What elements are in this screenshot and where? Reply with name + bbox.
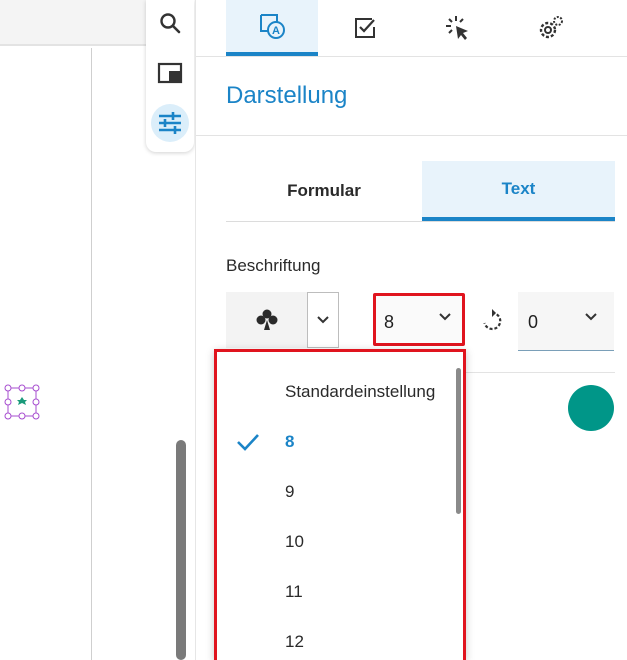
settings-gear-icon [539,16,563,39]
tab-settings[interactable] [505,0,597,56]
font-size-dropdown-list: Standardeinstellung 8 9 10 11 12 [214,349,466,660]
text-style-icon: A [260,14,285,39]
sliders-icon [159,112,181,134]
caption-label: Beschriftung [226,256,321,275]
panel-toggle-button[interactable] [151,54,189,92]
search-icon [160,13,181,34]
option-label: Standardeinstellung [285,382,436,401]
option-label: 11 [285,582,303,601]
search-button[interactable] [151,4,189,42]
list-item[interactable]: 12 [217,617,457,660]
option-label: 12 [285,632,304,651]
option-label: 9 [285,482,295,501]
panel-tab-bar: A [196,0,627,57]
tab-appearance[interactable]: A [226,0,318,56]
subtab-form[interactable]: Formular [226,161,422,221]
subtab-text[interactable]: Text [422,161,615,221]
list-item[interactable]: 10 [217,517,457,567]
font-size-value: 8 [384,312,395,332]
checkmark-icon [237,434,259,451]
canvas-divider [91,48,92,660]
canvas-header-strip [0,0,148,46]
list-item[interactable]: Standardeinstellung [217,367,457,417]
list-item-selected[interactable]: 8 [217,417,457,467]
panel-icon [157,62,183,84]
font-size-select[interactable]: 8 [373,293,465,346]
rotation-select[interactable]: 0 [518,292,614,351]
cursor-click-icon [446,16,468,40]
canvas-scrollbar[interactable] [176,440,186,660]
option-label: 8 [285,432,295,451]
selected-node-shape[interactable] [4,384,40,420]
appearance-settings-button[interactable] [151,104,189,142]
clover-icon [256,309,278,330]
title-divider [196,135,627,136]
symbol-dropdown-button[interactable] [307,292,339,348]
checkbox-icon [355,18,375,38]
tab-validation[interactable] [319,0,411,56]
symbol-picker[interactable] [226,292,308,348]
list-item[interactable]: 9 [217,467,457,517]
rotation-value: 0 [528,312,539,332]
text-color-swatch[interactable] [568,385,614,431]
chevron-down-icon [439,313,451,321]
option-label: 10 [285,532,304,551]
dropdown-scrollbar[interactable] [456,368,461,514]
panel-title: Darstellung [226,82,348,109]
chevron-down-icon [317,316,329,324]
app-root: A Darstellung Formular Text Beschriftung… [0,0,627,660]
rotate-icon [483,309,502,331]
side-toolbar [146,0,194,152]
subtab-bar: Formular Text [226,161,615,222]
chevron-down-icon [585,313,597,321]
svg-text:A: A [272,25,280,37]
tab-interaction[interactable] [412,0,504,56]
list-item[interactable]: 11 [217,567,457,617]
